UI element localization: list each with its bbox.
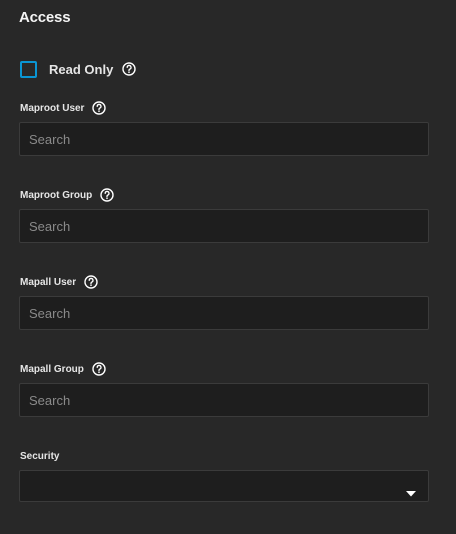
- help-icon[interactable]: [100, 188, 114, 202]
- mapall-group-label: Mapall Group: [20, 363, 84, 375]
- security-label-row: Security: [20, 448, 59, 464]
- help-icon[interactable]: [84, 275, 98, 289]
- mapall-group-label-row: Mapall Group: [20, 361, 106, 377]
- caret-down-icon[interactable]: [406, 484, 416, 502]
- read-only-checkbox[interactable]: [20, 60, 37, 78]
- help-icon[interactable]: [92, 101, 107, 115]
- security-label: Security: [20, 450, 60, 462]
- maproot-group-label-row: Maproot Group: [20, 187, 114, 203]
- help-icon[interactable]: [122, 62, 136, 76]
- maproot-user-label-row: Maproot User: [20, 100, 107, 116]
- read-only-row: Read Only: [20, 60, 136, 78]
- security-select[interactable]: [19, 470, 429, 502]
- help-icon[interactable]: [92, 362, 106, 376]
- read-only-label[interactable]: Read Only: [49, 62, 113, 77]
- mapall-group-input[interactable]: [19, 383, 429, 417]
- mapall-user-label-row: Mapall User: [20, 274, 98, 290]
- maproot-group-input[interactable]: [19, 209, 429, 243]
- access-panel: Access Read Only Maproot User Maproot Gr…: [0, 0, 456, 534]
- maproot-user-input[interactable]: [19, 122, 429, 156]
- maproot-user-label: Maproot User: [20, 102, 85, 114]
- mapall-user-label: Mapall User: [20, 276, 77, 288]
- maproot-group-label: Maproot Group: [20, 189, 93, 201]
- mapall-user-input[interactable]: [19, 296, 429, 330]
- section-title: Access: [19, 9, 71, 26]
